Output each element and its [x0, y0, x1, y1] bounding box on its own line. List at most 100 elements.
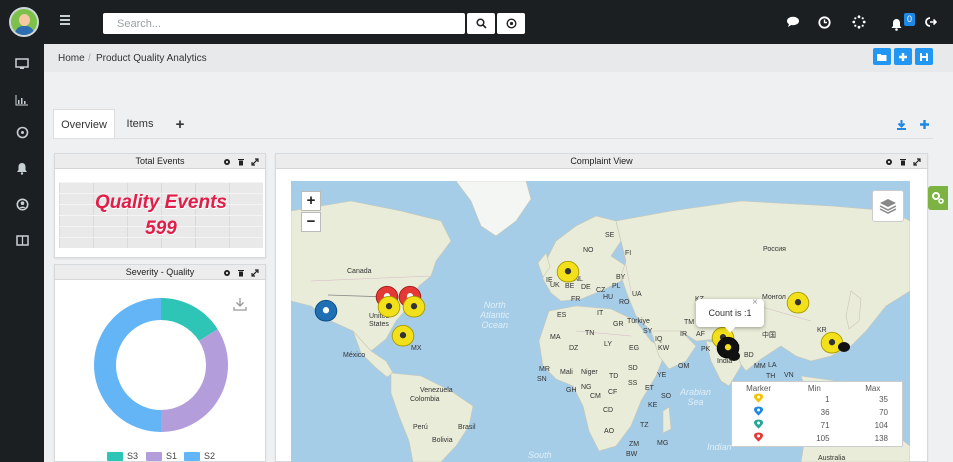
sidebar-user-icon[interactable]: [0, 194, 44, 214]
folder-icon: [877, 53, 887, 61]
legend-max: 70: [879, 408, 888, 417]
donut-legend-s1[interactable]: S1: [146, 451, 177, 461]
side-settings-tab[interactable]: [928, 186, 948, 210]
panel-header: Severity - Quality: [55, 265, 265, 280]
open-folder-button[interactable]: [873, 48, 891, 65]
panel-header: Total Events: [55, 154, 265, 169]
marker-blue[interactable]: [314, 299, 338, 322]
left-sidebar: [0, 44, 44, 462]
legend-header: Min: [807, 384, 821, 393]
legend-label: S2: [204, 451, 216, 461]
sidebar-chart-icon[interactable]: [0, 90, 44, 110]
chat-icon[interactable]: [785, 12, 801, 32]
search-icon: [475, 18, 487, 29]
notification-badge: 0: [904, 13, 915, 26]
popup-close-icon[interactable]: ×: [752, 297, 758, 308]
legend-label: S3: [127, 451, 139, 461]
panel-title: Complaint View: [570, 156, 633, 166]
top-navbar: 0: [0, 0, 953, 44]
marker-pin-icon: [754, 393, 764, 403]
gears-icon: [932, 192, 944, 204]
layers-icon: [879, 199, 897, 214]
legend-min: 36: [820, 408, 830, 417]
gear-icon[interactable]: [223, 158, 231, 166]
legend-max: 138: [874, 434, 888, 443]
layers-button[interactable]: [872, 190, 904, 222]
tab-overview[interactable]: Overview: [53, 109, 115, 139]
tab-divider: [53, 138, 933, 139]
user-avatar-logo[interactable]: [9, 7, 39, 37]
legend-min: 71: [820, 421, 830, 430]
donut-legend-s2[interactable]: S2: [184, 451, 215, 461]
bell-icon[interactable]: [888, 14, 904, 34]
expand-icon[interactable]: [251, 268, 259, 277]
search-input[interactable]: [103, 13, 465, 34]
gear-icon[interactable]: [223, 269, 231, 277]
sidebar-columns-icon[interactable]: [0, 230, 44, 250]
panel-header: Complaint View: [276, 154, 927, 169]
chart-download-icon[interactable]: [233, 297, 247, 311]
add-tab-button[interactable]: +: [166, 109, 194, 139]
severity-donut-chart: [94, 298, 228, 432]
tab-items[interactable]: Items: [118, 109, 162, 139]
marker-pin-icon: [754, 419, 764, 429]
marker-yellow[interactable]: [556, 260, 580, 283]
legend-row: 36 70: [732, 406, 902, 419]
quality-events-count: 599: [145, 218, 177, 239]
clock-icon[interactable]: [816, 12, 832, 32]
marker-pin-icon: [754, 432, 764, 442]
expand-icon[interactable]: [913, 157, 921, 166]
search-button[interactable]: [467, 13, 495, 34]
donut-slice-s3[interactable]: [160, 298, 218, 342]
add-icon[interactable]: [917, 117, 931, 131]
save-button[interactable]: [915, 48, 933, 65]
sidebar-dashboard-icon[interactable]: [0, 122, 44, 142]
panel-title: Total Events: [135, 156, 185, 166]
legend-row: 71 104: [732, 419, 902, 432]
gear-icon[interactable]: [885, 158, 893, 166]
plus-icon: [899, 52, 907, 61]
menu-toggle-icon[interactable]: [58, 14, 72, 28]
brick-background: Quality Events 599: [59, 182, 263, 248]
marker-yellow[interactable]: [391, 324, 415, 347]
sidebar-bell-icon[interactable]: [0, 158, 44, 178]
breadcrumb-current: Product Quality Analytics: [96, 53, 207, 64]
spinner-icon[interactable]: [851, 12, 867, 32]
trash-icon[interactable]: [237, 158, 245, 166]
breadcrumb: Home / Product Quality Analytics: [44, 44, 953, 72]
search-box: [103, 13, 465, 34]
legend-header: Marker: [746, 384, 772, 393]
expand-icon[interactable]: [251, 157, 259, 166]
legend-max: 104: [874, 421, 888, 430]
legend-row: 1 35: [732, 393, 902, 406]
breadcrumb-separator: /: [88, 53, 91, 64]
add-widget-button[interactable]: [894, 48, 912, 65]
marker-yellow[interactable]: [786, 291, 810, 314]
panel-title: Severity - Quality: [125, 267, 195, 277]
sidebar-monitor-icon[interactable]: [0, 54, 44, 74]
severity-panel: Severity - Quality: [54, 264, 266, 462]
donut-slice-s1[interactable]: [160, 329, 228, 432]
legend-swatch: [107, 451, 123, 461]
floppy-icon: [920, 52, 928, 61]
breadcrumb-home-link[interactable]: Home: [58, 53, 85, 64]
quality-events-heading: Quality Events: [95, 192, 227, 213]
donut-slice-s2[interactable]: [94, 298, 162, 432]
legend-swatch: [184, 451, 200, 461]
donut-legend-s3[interactable]: S3: [107, 451, 138, 461]
scan-button[interactable]: [497, 13, 525, 34]
download-icon[interactable]: [894, 117, 908, 131]
legend-row: 105 138: [732, 432, 902, 445]
marker-yellow[interactable]: [377, 295, 401, 318]
marker-yellow[interactable]: [402, 295, 426, 318]
logout-icon[interactable]: [924, 12, 938, 32]
zoom-in-button[interactable]: +: [301, 191, 321, 211]
legend-label: S1: [166, 451, 178, 461]
trash-icon[interactable]: [899, 158, 907, 166]
zoom-out-button[interactable]: −: [301, 212, 321, 232]
legend-min: 105: [816, 434, 830, 443]
marker-pin-icon: [754, 406, 764, 416]
total-events-panel: Total Events Quality Events 599: [54, 153, 266, 258]
marker-legend: Marker Min Max 1 35 36 70 71 104 105 138: [731, 381, 903, 447]
trash-icon[interactable]: [237, 269, 245, 277]
